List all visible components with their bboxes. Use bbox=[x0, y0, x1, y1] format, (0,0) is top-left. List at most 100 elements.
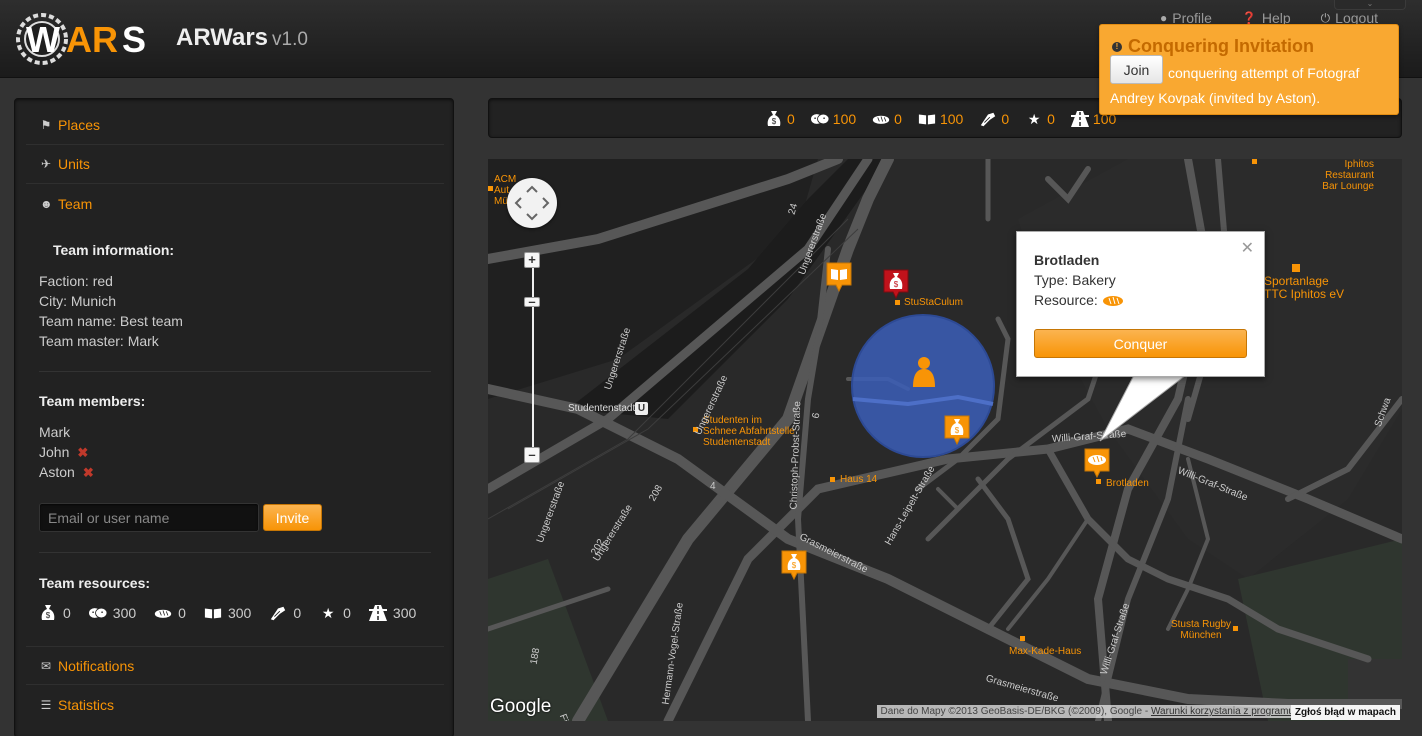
resource-value: 300 bbox=[112, 605, 137, 621]
invite-input[interactable] bbox=[39, 503, 259, 532]
tool-icon bbox=[979, 110, 997, 128]
poi-label: Bar Lounge bbox=[1322, 181, 1374, 192]
conquering-invitation-toast: ! Conquering Invitation conquering attem… bbox=[1099, 24, 1399, 115]
close-icon[interactable]: ✕ bbox=[1241, 238, 1254, 258]
resource-bar-list: $ 0 100 0 100 0 ★ 0 100 bbox=[765, 110, 1116, 128]
team-city: City: Munich bbox=[39, 293, 117, 309]
divider bbox=[39, 371, 431, 372]
map-attribution: Dane do Mapy ©2013 GeoBasis-DE/BKG (©200… bbox=[876, 705, 1298, 718]
poi-label: Brotladen bbox=[1106, 478, 1149, 489]
star-icon: ★ bbox=[321, 604, 335, 621]
star-icon: ★ bbox=[1027, 110, 1041, 127]
resource-value: 0 bbox=[787, 111, 795, 127]
poi-label: München bbox=[1180, 630, 1222, 641]
svg-text:W: W bbox=[26, 19, 60, 60]
poi-marker bbox=[1096, 479, 1101, 484]
map-pan-control[interactable] bbox=[507, 178, 557, 228]
money-place-pin-red[interactable]: $ bbox=[883, 269, 909, 299]
place-resource-label: Resource: bbox=[1034, 292, 1098, 308]
money-place-pin[interactable]: $ bbox=[944, 415, 970, 445]
poi-marker bbox=[895, 300, 900, 305]
member-name: John bbox=[39, 444, 70, 460]
map-canvas[interactable]: ACM Aut Mü Iphitos Restaurant Bar Lounge… bbox=[488, 159, 1402, 721]
svg-text:AR: AR bbox=[66, 19, 118, 60]
report-map-error-link[interactable]: Zgłoś błąd w mapach bbox=[1290, 705, 1400, 720]
subway-icon: U bbox=[635, 402, 648, 415]
bread-icon bbox=[154, 604, 172, 622]
team-master: Team master: Mark bbox=[39, 333, 159, 349]
poi-label: Schnee Abfahrtstelle bbox=[703, 426, 795, 437]
terms-link[interactable]: Warunki korzystania z programu bbox=[1151, 706, 1294, 717]
zoom-out-button[interactable]: – bbox=[524, 447, 540, 463]
team-faction: Faction: red bbox=[39, 273, 113, 289]
popup-pointer bbox=[1099, 375, 1187, 442]
pan-arrows-icon bbox=[514, 185, 550, 221]
theater-masks-icon bbox=[810, 110, 829, 128]
plane-icon: ✈ bbox=[40, 157, 52, 171]
remove-member-icon[interactable]: ✖ bbox=[83, 465, 94, 480]
collapse-handle[interactable]: ⌄ bbox=[1334, 0, 1406, 10]
sidebar-item-units[interactable]: ✈ Units bbox=[26, 145, 444, 184]
place-type: Type: Bakery bbox=[1034, 272, 1116, 288]
bakery-place-pin[interactable] bbox=[1084, 448, 1110, 478]
sidebar-item-places[interactable]: ⚑ Places bbox=[26, 106, 444, 145]
poi-marker bbox=[488, 186, 493, 191]
poi-label: Studentenstadt bbox=[703, 437, 771, 448]
sidebar-item-label: Statistics bbox=[58, 696, 115, 713]
place-title: Brotladen bbox=[1034, 252, 1100, 268]
team-resources-title: Team resources: bbox=[39, 575, 151, 591]
bread-icon bbox=[872, 110, 890, 128]
place-info-window: ✕ Brotladen Type: Bakery Resource: Conqu… bbox=[1016, 231, 1265, 377]
poi-label: Max-Kade-Haus bbox=[1009, 646, 1082, 657]
theater-masks-icon bbox=[88, 604, 107, 622]
poi-label: TTC Iphitos eV bbox=[1264, 287, 1345, 301]
poi-label: Iphitos bbox=[1344, 159, 1374, 170]
player-avatar-icon[interactable] bbox=[910, 355, 938, 389]
resource-value: 0 bbox=[63, 605, 71, 621]
resource-value: 300 bbox=[227, 605, 252, 621]
book-place-pin[interactable] bbox=[826, 262, 852, 292]
resource-value: 100 bbox=[939, 111, 964, 127]
svg-text:$: $ bbox=[955, 426, 960, 435]
svg-text:$: $ bbox=[894, 280, 899, 289]
divider bbox=[39, 552, 431, 553]
resource-value: 0 bbox=[1047, 111, 1055, 127]
member-item: John ✖ bbox=[39, 444, 88, 461]
resource-value: 0 bbox=[178, 605, 186, 621]
app-version: v1.0 bbox=[272, 29, 308, 50]
zoom-in-button[interactable]: + bbox=[524, 252, 540, 268]
svg-text:$: $ bbox=[46, 611, 51, 620]
sidebar-item-team[interactable]: ☻ Team bbox=[26, 184, 444, 223]
poi-label: Stusta Rugby bbox=[1170, 619, 1232, 630]
team-members-title: Team members: bbox=[39, 393, 146, 409]
poi-label: StuStaCulum bbox=[904, 297, 963, 308]
map-marker-icon: ⚑ bbox=[40, 118, 52, 132]
poi-label: Haus 14 bbox=[840, 474, 878, 485]
sidebar-item-notifications[interactable]: ✉ Notifications bbox=[26, 646, 444, 685]
join-button[interactable]: Join bbox=[1110, 55, 1163, 84]
money-place-pin[interactable]: $ bbox=[781, 550, 807, 580]
user-icon: ☻ bbox=[40, 196, 53, 211]
attribution-text: Dane do Mapy ©2013 GeoBasis-DE/BKG (©200… bbox=[880, 706, 1151, 717]
invite-button[interactable]: Invite bbox=[263, 504, 322, 531]
question-icon: ❓ bbox=[1241, 11, 1257, 25]
poi-label: Sportanlage bbox=[1264, 274, 1329, 288]
sidebar-item-statistics[interactable]: ☰ Statistics bbox=[26, 685, 444, 724]
zoom-slider-track[interactable] bbox=[532, 263, 534, 455]
resource-value: 300 bbox=[392, 605, 417, 621]
app-brand[interactable]: ARWars v1.0 bbox=[176, 24, 308, 52]
sidebar: ⚑ Places ✈ Units ☻ Team Team information… bbox=[14, 98, 454, 736]
poi-label: Restaurant bbox=[1325, 170, 1374, 181]
resource-value: 100 bbox=[832, 111, 857, 127]
zoom-slider-handle[interactable]: – bbox=[524, 295, 540, 308]
poi-marker bbox=[1292, 264, 1300, 272]
member-name: Mark bbox=[39, 424, 71, 440]
envelope-icon: ✉ bbox=[40, 658, 52, 673]
app-name: ARWars bbox=[176, 24, 269, 51]
list-icon: ☰ bbox=[40, 697, 52, 712]
toast-title-text: Conquering Invitation bbox=[1128, 36, 1314, 56]
remove-member-icon[interactable]: ✖ bbox=[77, 445, 88, 460]
conquer-button[interactable]: Conquer bbox=[1034, 329, 1247, 358]
google-logo[interactable]: Google bbox=[490, 696, 551, 718]
wars-logo[interactable]: W AR S bbox=[14, 10, 154, 68]
